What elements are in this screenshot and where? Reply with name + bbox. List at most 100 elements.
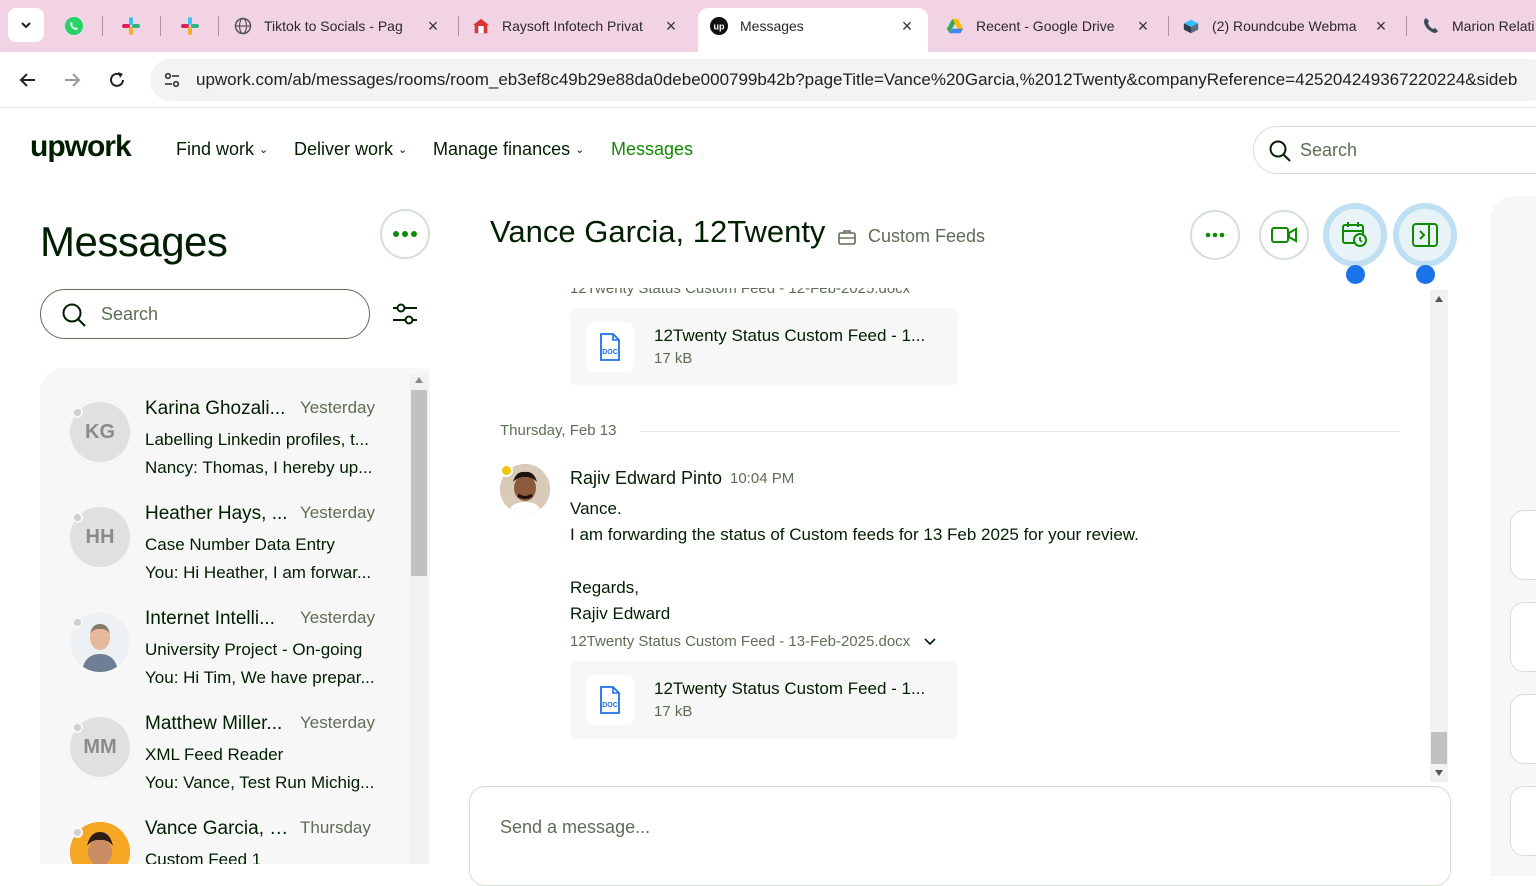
room-name: Karina Ghozali...: [145, 398, 286, 419]
search-icon: [62, 303, 86, 327]
room-item[interactable]: KG Karina Ghozali... Yesterday Labelling…: [40, 368, 410, 477]
phone-icon: [1422, 17, 1440, 35]
header-search-input[interactable]: Search: [1253, 126, 1536, 174]
tab-google-drive[interactable]: Recent - Google Drive ×: [934, 8, 1164, 44]
previous-file-header: 12Twenty Status Custom Feed - 12-Feb-202…: [570, 288, 911, 297]
rooms-list: KG Karina Ghozali... Yesterday Labelling…: [40, 368, 430, 864]
svg-text:up: up: [714, 22, 725, 32]
message-line: Regards,: [570, 578, 639, 597]
details-card[interactable]: [1510, 786, 1536, 856]
chevron-down-icon: ⌄: [259, 144, 269, 156]
attachment-size: 17 kB: [654, 350, 693, 367]
file-attachment[interactable]: DOC 12Twenty Status Custom Feed - 1... 1…: [570, 661, 958, 739]
site-info-icon[interactable]: [160, 68, 184, 92]
nav-find-work[interactable]: Find work ⌄: [176, 139, 268, 160]
nav-messages[interactable]: Messages: [611, 139, 693, 160]
details-card[interactable]: [1510, 510, 1536, 580]
details-card[interactable]: [1510, 602, 1536, 672]
briefcase-icon: [838, 229, 856, 245]
room-item[interactable]: Vance Garcia, 1... Thursday Custom Feed …: [40, 788, 410, 864]
scroll-thumb[interactable]: [1431, 732, 1447, 764]
scroll-thumb[interactable]: [411, 390, 427, 576]
rooms-search-input[interactable]: Search: [40, 289, 370, 339]
message-composer: [469, 786, 1451, 886]
conversation-more-button[interactable]: [1190, 210, 1240, 260]
tab-title: Tiktok to Socials - Pag: [264, 18, 403, 34]
file-header[interactable]: 12Twenty Status Custom Feed - 13-Feb-202…: [570, 633, 936, 650]
rooms-scrollbar[interactable]: [410, 374, 428, 864]
sender-name[interactable]: Rajiv Edward Pinto: [570, 468, 722, 489]
scroll-up-arrow[interactable]: [415, 377, 423, 383]
tab-raysoft[interactable]: Raysoft Infotech Privat ×: [460, 8, 692, 44]
pinned-tab-slack-2[interactable]: [170, 10, 210, 42]
video-call-button[interactable]: [1259, 210, 1309, 260]
tab-roundcube[interactable]: (2) Roundcube Webma ×: [1170, 8, 1402, 44]
room-subject: Custom Feed 1: [145, 850, 262, 864]
room-subject: Labelling Linkedin profiles, t...: [145, 430, 369, 449]
tab-tiktok[interactable]: Tiktok to Socials - Pag ×: [222, 8, 454, 44]
file-header-name: 12Twenty Status Custom Feed - 13-Feb-202…: [570, 633, 911, 650]
site-header: upwork Find work ⌄ Deliver work ⌄ Manage f…: [0, 108, 1536, 192]
nav-label: Deliver work: [294, 139, 394, 159]
close-tab-icon[interactable]: ×: [1134, 16, 1152, 37]
arrow-left-icon: [19, 73, 35, 87]
room-name: Internet Intelli...: [145, 608, 275, 629]
room-item[interactable]: HH Heather Hays, ... Yesterday Case Numb…: [40, 473, 410, 582]
chevron-down-icon: ⌄: [575, 144, 585, 156]
highlight-marker: [1416, 265, 1435, 284]
tab-search-button[interactable]: [8, 8, 44, 42]
video-camera-icon: [1271, 227, 1297, 243]
forward-button[interactable]: [54, 62, 90, 98]
chevron-down-icon: [21, 22, 31, 29]
address-bar[interactable]: upwork.com/ab/messages/rooms/room_eb3ef8…: [150, 59, 1536, 101]
scroll-up-arrow[interactable]: [1435, 296, 1443, 302]
nav-manage-finances[interactable]: Manage finances ⌄: [433, 139, 584, 160]
room-time: Yesterday: [300, 503, 375, 522]
schedule-meeting-button[interactable]: [1323, 203, 1387, 267]
tab-messages[interactable]: up Messages ×: [698, 8, 928, 52]
close-tab-icon[interactable]: ×: [662, 16, 680, 37]
close-tab-icon[interactable]: ×: [1372, 16, 1390, 37]
close-tab-icon[interactable]: ×: [898, 16, 916, 37]
conversation-title: Vance Garcia, 12Twenty: [490, 214, 826, 249]
presence-dot: [72, 722, 83, 733]
room-time: Yesterday: [300, 608, 375, 627]
room-time: Thursday: [300, 818, 371, 837]
browser-tab-strip: Tiktok to Socials - Pag × Raysoft Infote…: [0, 0, 1536, 52]
filter-button[interactable]: [388, 297, 422, 331]
online-status-dot: [500, 464, 513, 477]
nav-label: Manage finances: [433, 139, 571, 159]
room-item[interactable]: MM Matthew Miller... Yesterday XML Feed …: [40, 683, 410, 792]
close-tab-icon[interactable]: ×: [424, 16, 442, 37]
back-button[interactable]: [10, 62, 46, 98]
reload-button[interactable]: [99, 62, 135, 98]
details-card[interactable]: [1510, 694, 1536, 764]
file-attachment[interactable]: DOC 12Twenty Status Custom Feed - 1... 1…: [570, 308, 958, 386]
room-subject: University Project - On-going: [145, 640, 363, 659]
upwork-logo[interactable]: upwork: [30, 130, 132, 164]
message-time: 10:04 PM: [730, 470, 795, 487]
room-time: Yesterday: [300, 713, 375, 732]
message-thread: 12Twenty Status Custom Feed - 12-Feb-202…: [470, 288, 1450, 784]
doc-file-icon: DOC: [586, 675, 634, 725]
pinned-tab-slack-1[interactable]: [111, 10, 151, 42]
nav-deliver-work[interactable]: Deliver work ⌄: [294, 139, 407, 160]
header-search-placeholder: Search: [1300, 140, 1358, 160]
page-title: Messages: [40, 218, 228, 265]
thread-scrollbar[interactable]: [1430, 290, 1448, 782]
toggle-details-panel-button[interactable]: [1393, 203, 1457, 267]
tab-marion[interactable]: Marion Relati: [1410, 8, 1536, 44]
message-input[interactable]: [500, 817, 1400, 838]
pinned-tab-whatsapp[interactable]: [54, 10, 94, 42]
sidebar-more-button[interactable]: [380, 209, 430, 259]
room-item[interactable]: Internet Intelli... Yesterday University…: [40, 578, 410, 687]
room-subject: Case Number Data Entry: [145, 535, 335, 554]
conversation-contract[interactable]: Custom Feeds: [838, 226, 985, 247]
url-text[interactable]: upwork.com/ab/messages/rooms/room_eb3ef8…: [196, 70, 1517, 90]
presence-dot: [72, 512, 83, 523]
slack-icon: [122, 17, 140, 35]
chevron-down-icon[interactable]: [924, 638, 936, 646]
scroll-down-arrow[interactable]: [1435, 770, 1443, 776]
nav-label: Find work: [176, 139, 255, 159]
roundcube-icon: [1182, 17, 1200, 35]
